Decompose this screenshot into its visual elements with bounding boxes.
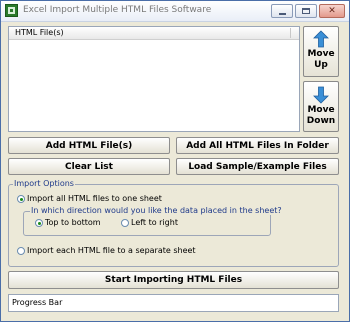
move-down-label-line1: Move [307, 105, 335, 115]
add-html-files-button[interactable]: Add HTML File(s) [8, 137, 170, 154]
import-options-legend: Import Options [13, 179, 75, 188]
start-importing-button[interactable]: Start Importing HTML Files [8, 271, 339, 289]
move-up-label: Move Up [304, 49, 338, 71]
move-up-label-line1: Move [307, 49, 335, 59]
minimize-button[interactable] [271, 4, 293, 18]
move-up-button[interactable]: Move Up [303, 26, 339, 77]
add-all-files-in-folder-button[interactable]: Add All HTML Files In Folder [176, 137, 339, 154]
left-to-right-radio[interactable] [121, 219, 129, 227]
arrow-down-icon [313, 86, 329, 104]
top-to-bottom-radio[interactable] [35, 219, 43, 227]
top-to-bottom-label[interactable]: Top to bottom [45, 218, 101, 227]
move-down-button[interactable]: Move Down [303, 81, 339, 132]
move-down-label: Move Down [304, 105, 338, 127]
move-down-label-line2: Down [306, 116, 336, 126]
column-header-html-files[interactable]: HTML File(s) [15, 28, 64, 37]
close-icon: ✕ [328, 6, 336, 16]
app-icon [5, 4, 18, 17]
progress-label: Progress Bar [12, 298, 63, 307]
maximize-button[interactable] [295, 4, 317, 18]
clear-list-button[interactable]: Clear List [8, 158, 170, 175]
maximize-icon [302, 8, 310, 14]
column-separator [290, 28, 291, 38]
arrow-up-icon [313, 30, 329, 48]
window-title: Excel Import Multiple HTML Files Softwar… [23, 5, 212, 15]
app-window: Excel Import Multiple HTML Files Softwar… [0, 0, 350, 322]
separate-sheet-radio[interactable] [17, 247, 25, 255]
minimize-icon [278, 12, 286, 15]
one-sheet-label[interactable]: Import all HTML files to one sheet [27, 194, 162, 203]
direction-legend: In which direction would you like the da… [30, 206, 283, 215]
load-sample-files-button[interactable]: Load Sample/Example Files [176, 158, 339, 175]
one-sheet-radio[interactable] [17, 195, 25, 203]
separate-sheet-label[interactable]: Import each HTML file to a separate shee… [27, 246, 196, 255]
progress-bar: Progress Bar [8, 294, 339, 312]
move-up-label-line2: Up [314, 60, 328, 70]
close-button[interactable]: ✕ [319, 4, 345, 18]
title-bar: Excel Import Multiple HTML Files Softwar… [1, 1, 349, 22]
html-file-list[interactable]: HTML File(s) [8, 26, 300, 132]
list-header: HTML File(s) [9, 27, 299, 40]
left-to-right-label[interactable]: Left to right [131, 218, 178, 227]
